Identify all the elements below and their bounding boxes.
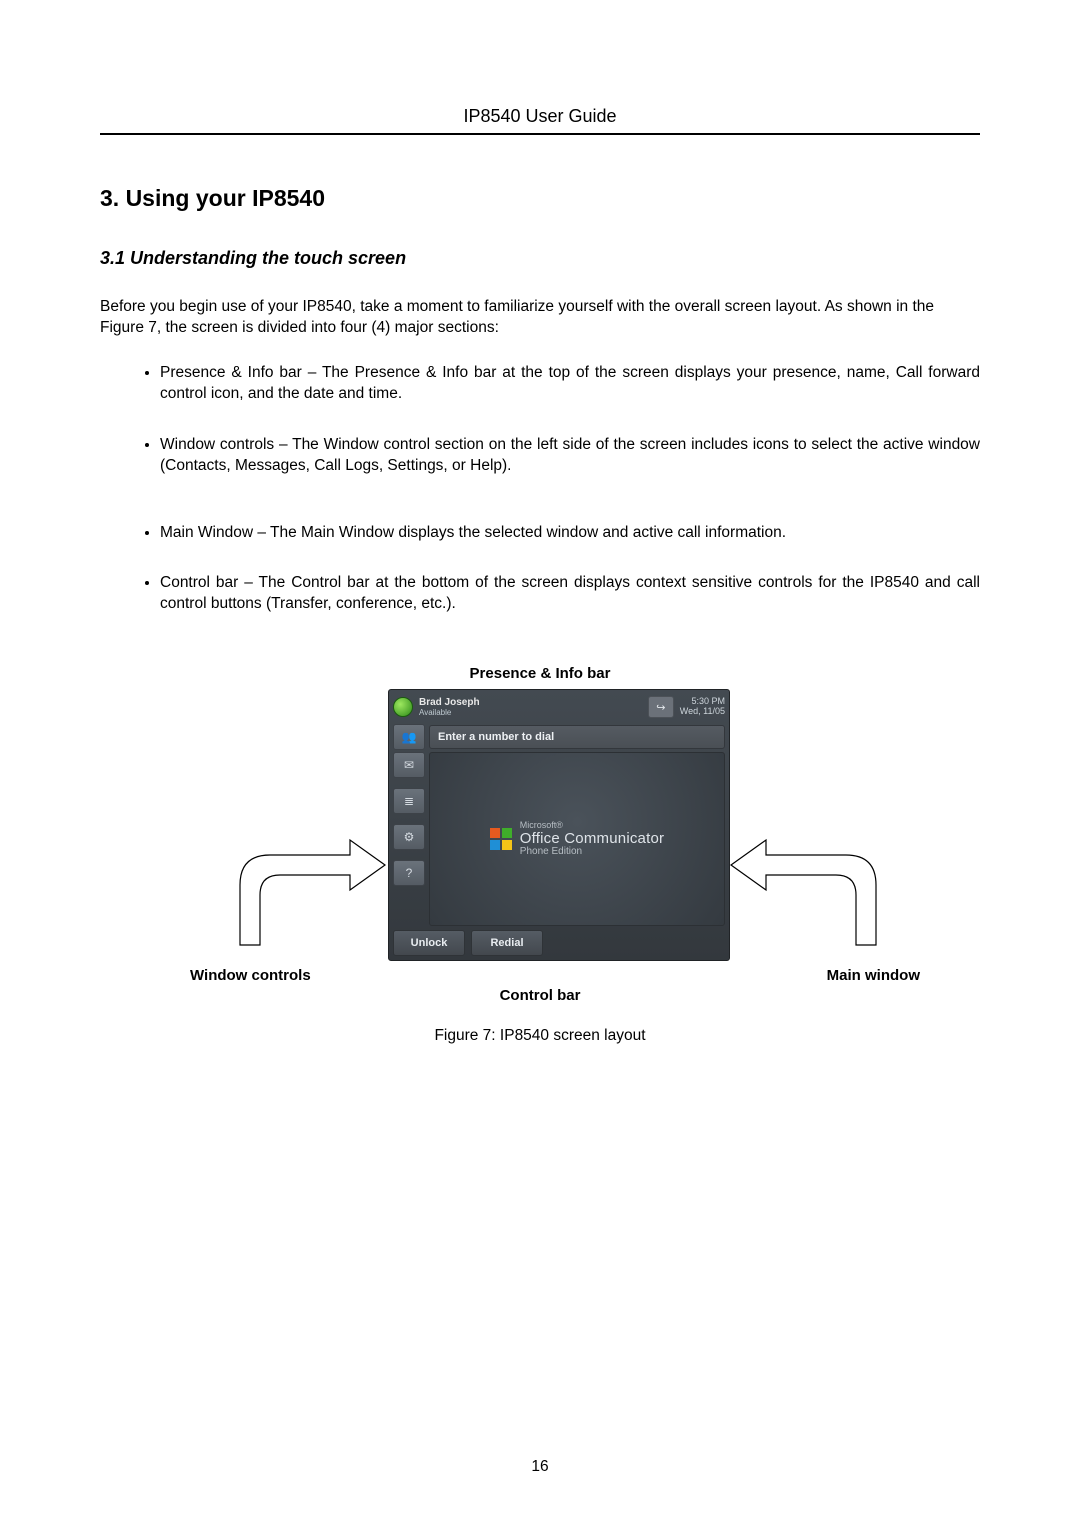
unlock-button[interactable]: Unlock [393, 930, 465, 956]
presence-text: Brad Joseph Available [419, 698, 480, 717]
list-item: Presence & Info bar – The Presence & Inf… [160, 363, 980, 405]
figure-caption: Figure 7: IP8540 screen layout [434, 1027, 645, 1045]
page-header: IP8540 User Guide [100, 106, 980, 127]
intro-paragraph: Before you begin use of your IP8540, tak… [100, 297, 980, 339]
label-main-window: Main window [827, 967, 920, 984]
bullet-list: Presence & Info bar – The Presence & Inf… [100, 363, 980, 615]
label-window-controls: Window controls [190, 967, 311, 984]
logo-tiles-icon [490, 828, 512, 850]
control-bar: Unlock Redial [393, 930, 725, 956]
call-logs-icon[interactable]: ≣ [393, 788, 425, 814]
logo-text: Microsoft® Office Communicator Phone Edi… [520, 821, 664, 857]
dial-input[interactable]: Enter a number to dial [429, 725, 725, 749]
main-window-pane[interactable]: Microsoft® Office Communicator Phone Edi… [429, 752, 725, 926]
settings-icon[interactable]: ⚙ [393, 824, 425, 850]
list-item: Main Window – The Main Window displays t… [160, 523, 980, 544]
figure-region: Presence & Info bar Window controls Main… [100, 665, 980, 1045]
list-item: Control bar – The Control bar at the bot… [160, 573, 980, 615]
logo-line3: Phone Edition [520, 847, 664, 858]
call-forward-icon[interactable]: ↪ [648, 696, 674, 718]
page-number: 16 [531, 1458, 548, 1476]
device-screenshot: Brad Joseph Available ↪ 5:30 PM Wed, 11/… [388, 689, 730, 961]
header-title: IP8540 User Guide [463, 106, 616, 126]
communicator-logo: Microsoft® Office Communicator Phone Edi… [490, 821, 664, 857]
datetime-display: 5:30 PM Wed, 11/05 [680, 697, 725, 717]
label-control-bar: Control bar [500, 987, 581, 1004]
arrow-right [726, 815, 896, 955]
messages-icon[interactable]: ✉ [393, 752, 425, 778]
presence-indicator-icon[interactable] [393, 697, 413, 717]
header-rule [100, 133, 980, 135]
contacts-icon[interactable]: 👥 [393, 724, 425, 750]
user-status: Available [419, 708, 480, 717]
list-item: Window controls – The Window control sec… [160, 435, 980, 477]
date-text: Wed, 11/05 [680, 707, 725, 717]
dial-row: 👥 Enter a number to dial [389, 724, 729, 750]
redial-button[interactable]: Redial [471, 930, 543, 956]
presence-info-bar[interactable]: Brad Joseph Available ↪ 5:30 PM Wed, 11/… [389, 690, 729, 724]
label-presence-info-bar: Presence & Info bar [470, 665, 611, 682]
section-title: 3. Using your IP8540 [100, 185, 980, 212]
dial-placeholder: Enter a number to dial [438, 731, 554, 743]
logo-line2: Office Communicator [520, 831, 664, 847]
help-icon[interactable]: ? [393, 860, 425, 886]
window-controls-column: ✉ ≣ ⚙ ? [393, 752, 425, 886]
user-name: Brad Joseph [419, 698, 480, 708]
arrow-left [220, 815, 390, 955]
subsection-title: 3.1 Understanding the touch screen [100, 248, 980, 269]
document-page: IP8540 User Guide 3. Using your IP8540 3… [0, 0, 1080, 1528]
